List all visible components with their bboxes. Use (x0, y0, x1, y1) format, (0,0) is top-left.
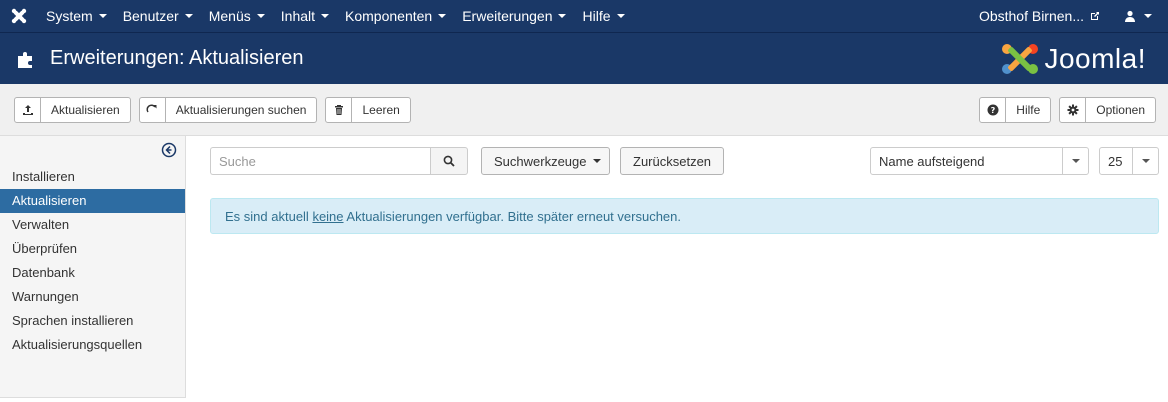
search-button[interactable] (430, 147, 468, 175)
search-input[interactable] (210, 147, 430, 175)
menu-help[interactable]: Hilfe (574, 0, 632, 32)
options-label: Optionen (1096, 102, 1145, 117)
menu-label: Inhalt (280, 8, 316, 24)
site-name: Obsthof Birnen... (978, 8, 1084, 24)
help-label: Hilfe (1016, 102, 1041, 117)
search-tools-label: Suchwerkzeuge (494, 153, 587, 169)
brand-text: Joomla! (1044, 42, 1146, 74)
svg-text:?: ? (990, 106, 995, 115)
search-group (210, 147, 468, 175)
ordering-select[interactable]: Name aufsteigend (870, 147, 1089, 175)
sidebar-item-database[interactable]: Datenbank (0, 261, 185, 285)
info-alert: Es sind aktuell keine Aktualisierungen v… (210, 198, 1159, 234)
caret-down-icon (1062, 148, 1088, 174)
options-button[interactable]: Optionen (1059, 96, 1156, 123)
navbar-right: Obsthof Birnen... (969, 0, 1168, 32)
caret-down-icon (98, 14, 107, 18)
menu-content[interactable]: Inhalt (273, 0, 337, 32)
caret-down-icon (321, 14, 330, 18)
user-icon (1125, 10, 1135, 22)
sidebar-item-manage[interactable]: Verwalten (0, 213, 185, 237)
menu-label: Erweiterungen (462, 8, 553, 24)
caret-down-icon (558, 14, 567, 18)
reset-button[interactable]: Zurücksetzen (620, 147, 724, 175)
menu-label: System (46, 8, 93, 24)
menu-system[interactable]: System (38, 0, 115, 32)
trash-icon (326, 97, 353, 122)
collapse-sidebar-icon[interactable] (161, 142, 177, 158)
update-label: Aktualisieren (51, 102, 120, 117)
reset-label: Zurücksetzen (633, 153, 712, 169)
sidebar-menu: Installieren Aktualisieren Verwalten Übe… (0, 165, 185, 357)
menu-label: Benutzer (122, 8, 179, 24)
joomla-logo-icon (1002, 43, 1039, 74)
menu-components[interactable]: Komponenten (337, 0, 454, 32)
limit-value: 25 (1108, 153, 1123, 169)
caret-down-icon (1132, 148, 1158, 174)
alert-suffix: Aktualisierungen verfügbar. Bitte später… (343, 208, 681, 224)
page-header: Erweiterungen: Aktualisieren Joomla! (0, 32, 1168, 84)
ordering-value: Name aufsteigend (879, 153, 985, 169)
find-updates-button[interactable]: Aktualisierungen suchen (138, 96, 318, 123)
sidebar-item-install-languages[interactable]: Sprachen installieren (0, 309, 185, 333)
question-icon: ? (980, 97, 1007, 122)
sidebar-item-update[interactable]: Aktualisieren (0, 189, 185, 213)
menu-label: Hilfe (582, 8, 611, 24)
main-menu: System Benutzer Menüs Inhalt Komponenten… (38, 0, 633, 32)
external-link-icon (1091, 12, 1099, 20)
update-button[interactable]: Aktualisieren (14, 96, 131, 123)
search-tools-button[interactable]: Suchwerkzeuge (481, 147, 610, 175)
user-menu[interactable] (1110, 0, 1168, 32)
menu-users[interactable]: Benutzer (115, 0, 201, 32)
limit-select[interactable]: 25 (1099, 147, 1159, 175)
clear-button[interactable]: Leeren (325, 96, 411, 123)
toolbar: Aktualisieren Aktualisierungen suchen Le… (0, 84, 1168, 136)
clear-label: Leeren (362, 102, 400, 117)
puzzle-icon (16, 48, 38, 70)
sidebar-item-update-sites[interactable]: Aktualisierungsquellen (0, 333, 185, 357)
caret-down-icon (1144, 14, 1152, 18)
caret-down-icon (438, 14, 447, 18)
sidebar: Installieren Aktualisieren Verwalten Übe… (0, 136, 186, 398)
alert-text: Es sind aktuell keine Aktualisierungen v… (225, 209, 681, 224)
site-link[interactable]: Obsthof Birnen... (969, 0, 1110, 32)
caret-down-icon (592, 159, 601, 163)
alert-prefix: Es sind aktuell (225, 208, 313, 224)
search-icon (443, 155, 455, 167)
toolbar-right: ? Hilfe Optionen (979, 96, 1164, 123)
alert-emphasis: keine (312, 208, 344, 224)
menu-menus[interactable]: Menüs (201, 0, 273, 32)
joomla-brand: Joomla! (1000, 42, 1146, 76)
find-updates-label: Aktualisierungen suchen (175, 102, 307, 117)
menu-extensions[interactable]: Erweiterungen (454, 0, 574, 32)
caret-down-icon (184, 14, 193, 18)
joomla-logo-icon[interactable] (0, 0, 38, 32)
top-navbar: System Benutzer Menüs Inhalt Komponenten… (0, 0, 1168, 32)
sidebar-item-warnings[interactable]: Warnungen (0, 285, 185, 309)
menu-label: Komponenten (345, 8, 433, 24)
caret-down-icon (256, 14, 265, 18)
menu-label: Menüs (208, 8, 251, 24)
refresh-icon (140, 97, 166, 122)
caret-down-icon (616, 14, 625, 18)
sidebar-item-discover[interactable]: Überprüfen (0, 237, 185, 261)
filter-bar: Suchwerkzeuge Zurücksetzen Name aufsteig… (210, 147, 1159, 175)
gear-icon (1060, 97, 1087, 122)
upload-icon (15, 97, 41, 122)
page-title: Erweiterungen: Aktualisieren (50, 47, 304, 69)
sidebar-item-install[interactable]: Installieren (0, 165, 185, 189)
help-button[interactable]: ? Hilfe (979, 96, 1052, 123)
